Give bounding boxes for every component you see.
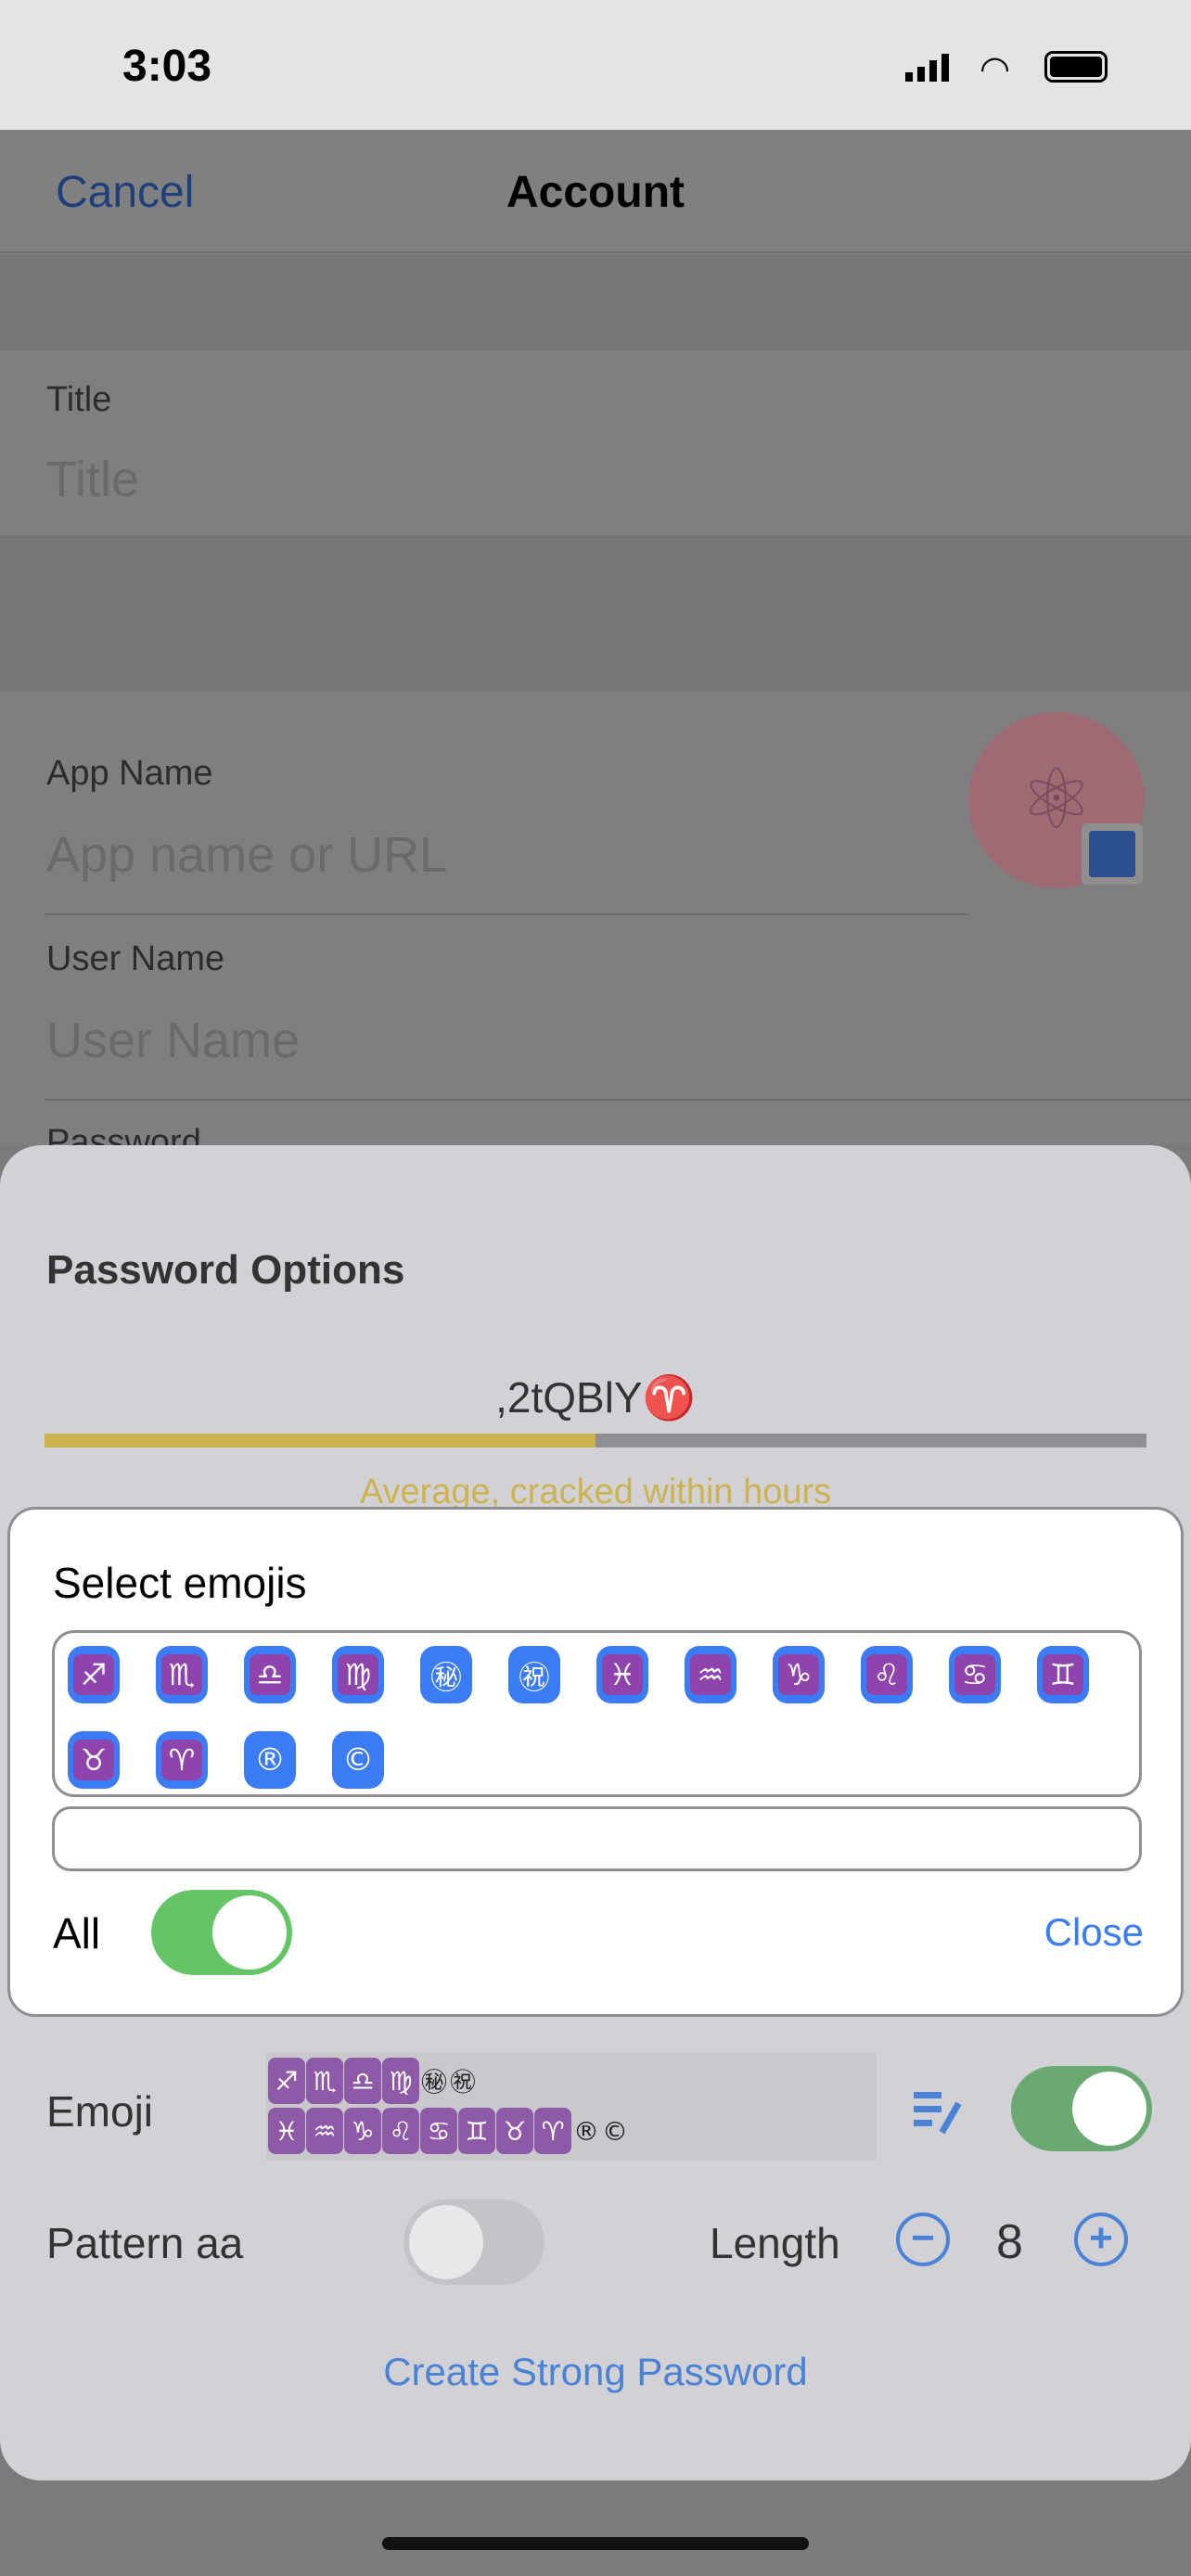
user-name-label: User Name	[46, 939, 225, 978]
length-value: 8	[996, 2215, 1023, 2269]
selected-emoji: ®	[573, 2115, 599, 2147]
edit-list-icon[interactable]	[914, 2088, 966, 2135]
sheet-title: Password Options	[46, 1247, 405, 1293]
emoji-glyph: ㊙	[430, 1659, 462, 1697]
selected-emoji: ㊗	[449, 2067, 476, 2098]
emoji-glyph: ♎	[250, 1654, 290, 1695]
emoji-option[interactable]: ®	[244, 1731, 296, 1789]
selected-emoji: ♉	[496, 2108, 533, 2154]
emoji-option[interactable]: ♏	[156, 1646, 208, 1703]
emoji-option[interactable]: ♐	[68, 1646, 120, 1703]
selected-emoji: ♑	[344, 2108, 381, 2154]
emoji-glyph: ♉	[73, 1740, 114, 1780]
status-bar: 3:03 ◠	[0, 0, 1191, 130]
divider	[45, 1099, 1191, 1101]
emoji-option[interactable]: ♋	[949, 1646, 1001, 1703]
selected-emoji: ♈	[534, 2108, 571, 2154]
app-name-label: App Name	[46, 754, 213, 793]
increment-length-button[interactable]: +	[1074, 2213, 1128, 2266]
emoji-option[interactable]: ♓	[596, 1646, 648, 1703]
selected-emoji: ©	[602, 2115, 628, 2147]
selected-emoji: ♍	[382, 2058, 419, 2104]
emoji-input[interactable]	[52, 1806, 1142, 1871]
emoji-glyph: ♐	[73, 1654, 114, 1695]
emoji-glyph: ®	[254, 1741, 286, 1779]
page-title: Account	[506, 168, 685, 217]
close-button[interactable]: Close	[1044, 1910, 1144, 1955]
create-strong-password-button[interactable]: Create Strong Password	[0, 2350, 1191, 2394]
emoji-option[interactable]: ♈	[156, 1731, 208, 1789]
emoji-glyph: ♌	[866, 1654, 907, 1695]
emoji-glyph: ♈	[161, 1740, 202, 1780]
emoji-glyph: ©	[342, 1741, 374, 1779]
generated-password: ,2tQBlY♈	[495, 1373, 696, 1422]
emoji-grid: ♐ ♏ ♎ ♍ ㊙ ㊗ ♓ ♒ ♑ ♌ ♋ ♊ ♉ ♈ ® ©	[52, 1630, 1142, 1797]
user-name-input[interactable]: User Name	[46, 1012, 300, 1069]
signal-icon	[905, 52, 949, 82]
selected-emoji: ♓	[268, 2108, 305, 2154]
emoji-label: Emoji	[46, 2087, 154, 2136]
emoji-glyph: ♍	[338, 1654, 378, 1695]
emoji-option[interactable]: ㊙	[420, 1646, 472, 1703]
emoji-option[interactable]: ♌	[861, 1646, 913, 1703]
title-label: Title	[46, 380, 112, 419]
emoji-option[interactable]: ♊	[1037, 1646, 1089, 1703]
strength-fill	[45, 1434, 596, 1447]
selected-emoji: ♎	[344, 2058, 381, 2104]
app-name-input[interactable]: App name or URL	[46, 826, 447, 884]
emoji-glyph: ♏	[161, 1654, 202, 1695]
all-label: All	[53, 1909, 101, 1958]
dialog-title: Select emojis	[53, 1559, 307, 1607]
home-indicator	[382, 2537, 809, 2550]
selected-emoji: ♊	[458, 2108, 495, 2154]
emoji-glyph: ♊	[1043, 1654, 1083, 1695]
emoji-option[interactable]: ♎	[244, 1646, 296, 1703]
section-gap	[0, 255, 1191, 351]
emoji-option[interactable]: ©	[332, 1731, 384, 1789]
status-time: 3:03	[122, 42, 212, 91]
all-toggle[interactable]	[151, 1890, 292, 1975]
section-gap	[0, 535, 1191, 691]
emoji-option[interactable]: ♍	[332, 1646, 384, 1703]
title-row: Title Title	[0, 351, 1191, 535]
emoji-option[interactable]: ㊗	[508, 1646, 560, 1703]
emoji-option[interactable]: ♑	[773, 1646, 825, 1703]
strength-bar	[45, 1434, 1146, 1447]
emoji-glyph: ♓	[602, 1654, 643, 1695]
battery-icon	[1044, 51, 1108, 83]
pattern-toggle[interactable]	[403, 2200, 544, 2285]
emoji-glyph: ♋	[954, 1654, 995, 1695]
length-label: Length	[710, 2219, 840, 2267]
selected-emoji: ㊙	[420, 2067, 447, 2098]
emoji-selection-preview[interactable]: ♐ ♏ ♎ ♍ ㊙㊗ ♓ ♒ ♑ ♌ ♋ ♊ ♉ ♈ ® ©	[266, 2052, 877, 2161]
image-edit-icon[interactable]	[1082, 823, 1143, 885]
selected-emoji: ♐	[268, 2058, 305, 2104]
divider	[45, 913, 968, 915]
emoji-toggle[interactable]	[1011, 2066, 1152, 2151]
emoji-glyph: ♒	[690, 1654, 731, 1695]
selected-emoji: ♌	[382, 2108, 419, 2154]
selected-emoji: ♏	[306, 2058, 343, 2104]
selected-emoji: ♒	[306, 2108, 343, 2154]
emoji-glyph: ㊗	[519, 1659, 550, 1697]
pattern-label: Pattern aa	[46, 2219, 244, 2267]
emoji-option[interactable]: ♉	[68, 1731, 120, 1789]
selected-emoji: ♋	[420, 2108, 457, 2154]
wifi-icon: ◠	[980, 50, 1011, 89]
emoji-glyph: ♑	[778, 1654, 819, 1695]
emoji-option[interactable]: ♒	[685, 1646, 736, 1703]
decrement-length-button[interactable]: −	[896, 2213, 950, 2266]
title-input[interactable]: Title	[46, 451, 139, 508]
select-emojis-dialog: Select emojis ♐ ♏ ♎ ♍ ㊙ ㊗ ♓ ♒ ♑ ♌ ♋ ♊ ♉ ♈ ® © All Close	[7, 1507, 1184, 2017]
